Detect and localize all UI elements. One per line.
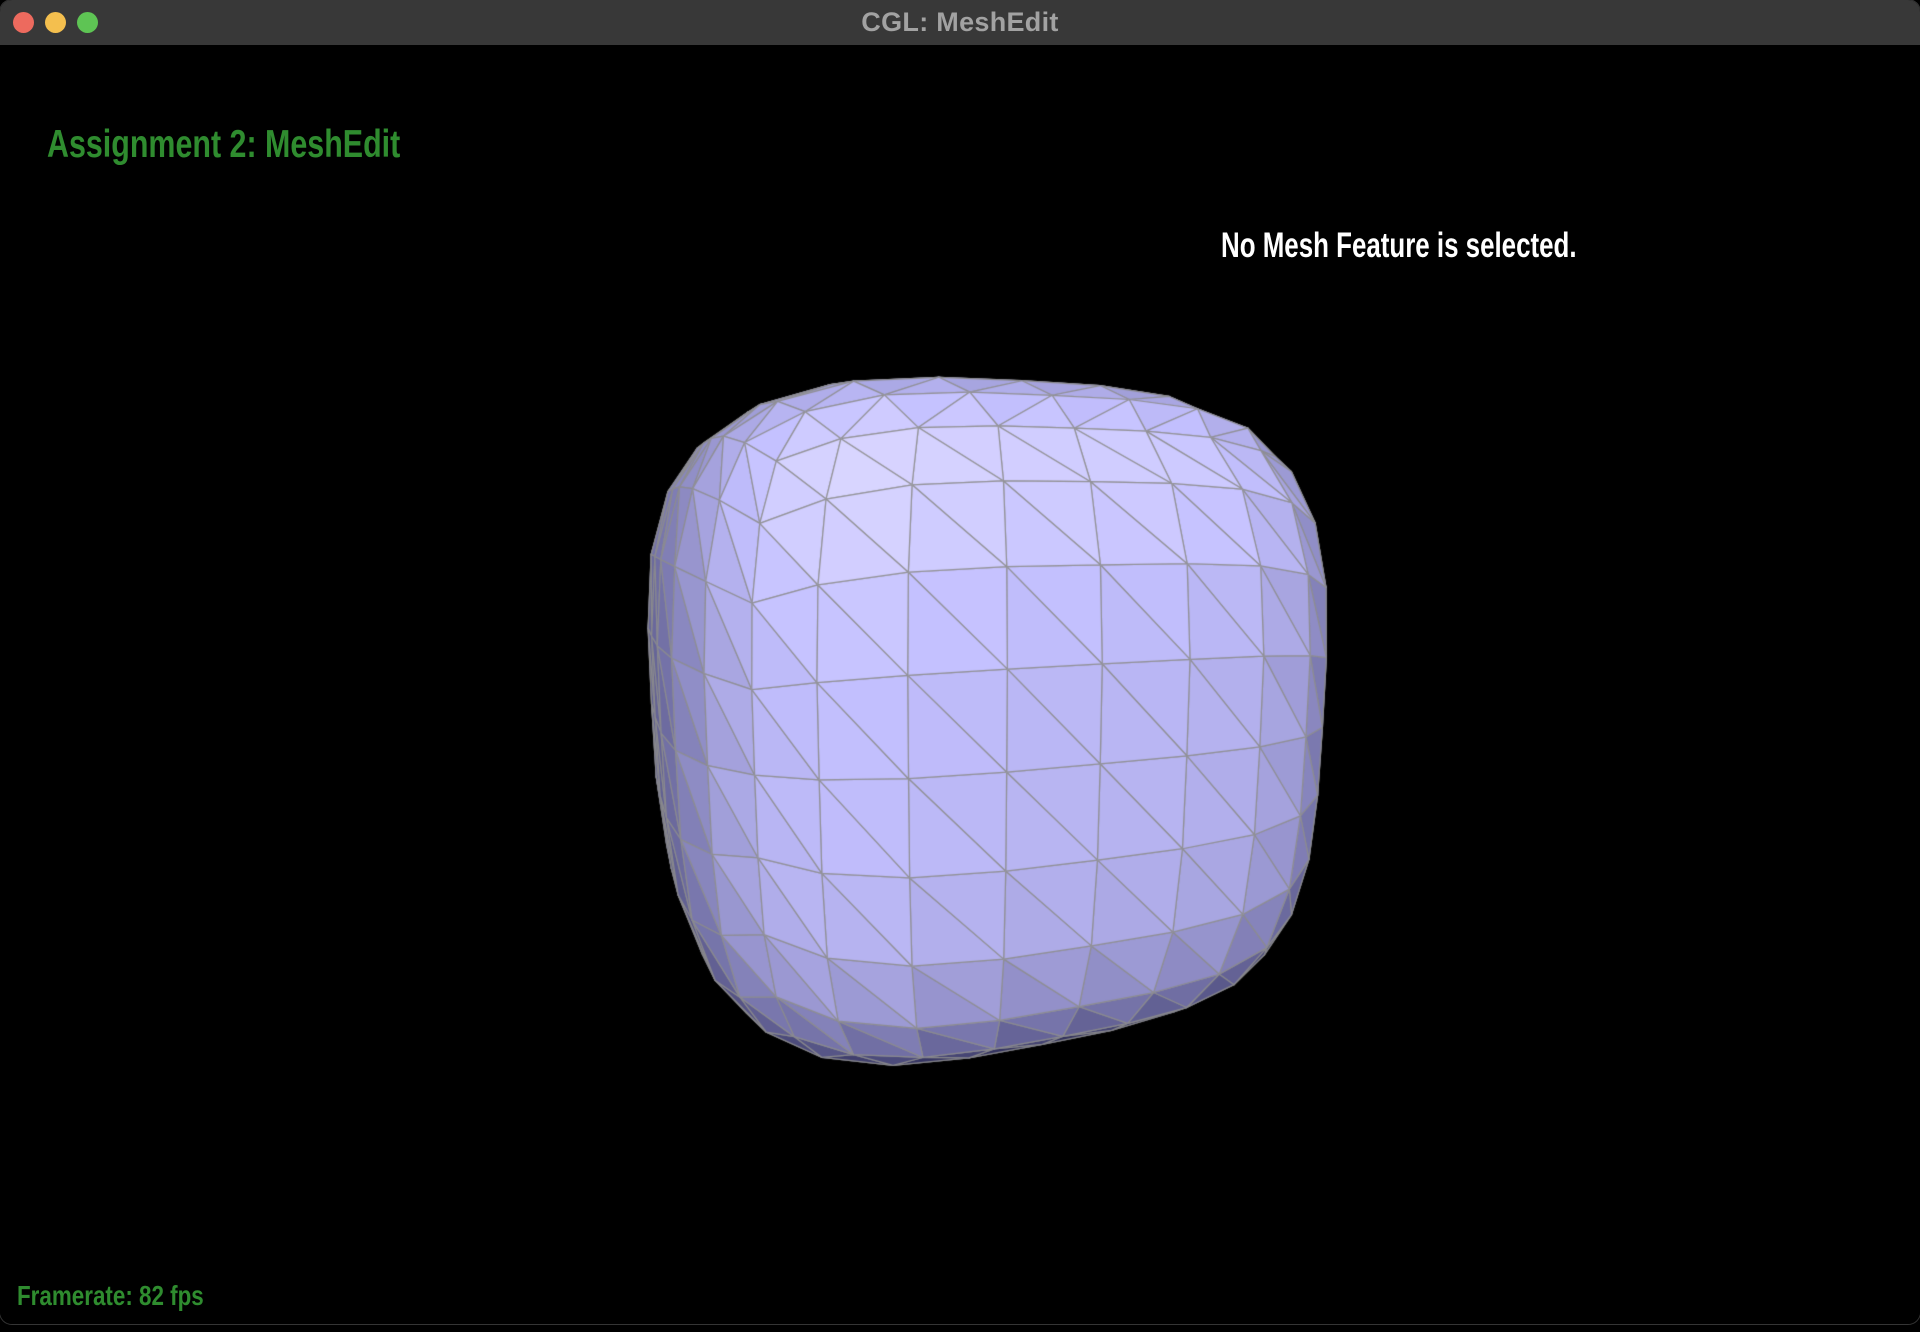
assignment-heading: Assignment 2: MeshEdit [47, 123, 401, 166]
window-title: CGL: MeshEdit [861, 7, 1059, 37]
mesh-canvas[interactable] [0, 45, 1920, 1324]
mesh-viewport: Assignment 2: MeshEdit No Mesh Feature i… [0, 45, 1920, 1324]
framerate-text: Framerate: 82 fps [17, 1280, 204, 1311]
close-button[interactable] [13, 12, 34, 33]
selection-status-text: No Mesh Feature is selected. [1221, 226, 1577, 265]
zoom-button[interactable] [77, 12, 98, 33]
app-window: CGL: MeshEdit Assignment 2: MeshEdit No … [0, 0, 1920, 1324]
minimize-button[interactable] [45, 12, 66, 33]
traffic-lights [13, 0, 98, 45]
titlebar[interactable]: CGL: MeshEdit [0, 0, 1920, 45]
